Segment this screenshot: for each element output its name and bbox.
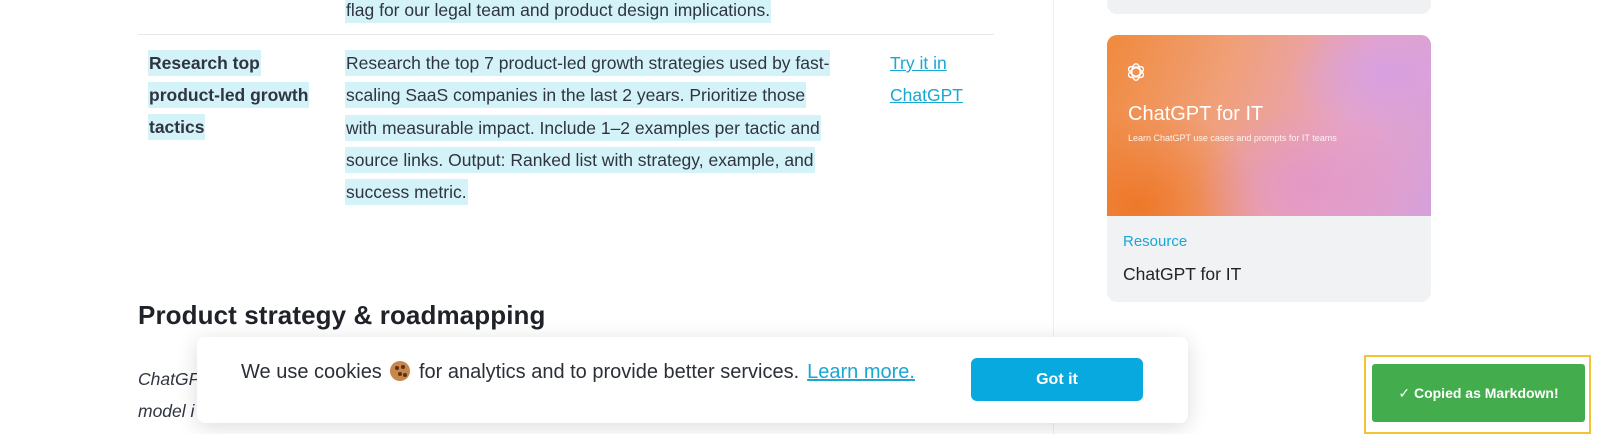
cookie-text-before: We use cookies (241, 361, 382, 383)
section-heading: Product strategy & roadmapping (138, 300, 546, 330)
openai-logo-icon (1127, 63, 1145, 81)
title-line: Research top (148, 50, 261, 76)
cookie-message: We use cookies for analytics and to prov… (241, 361, 915, 384)
cookie-text-after: for analytics and to provide better serv… (418, 361, 800, 383)
link-line[interactable]: Try it in (890, 53, 947, 73)
table-row-title: Research top product-led growth tactics (148, 47, 318, 143)
resource-card[interactable]: ChatGPT for IT Learn ChatGPT use cases a… (1107, 35, 1431, 302)
card-tag: Resource (1123, 233, 1188, 250)
resource-card-image: ChatGPT for IT Learn ChatGPT use cases a… (1107, 35, 1431, 216)
cookie-banner: We use cookies for analytics and to prov… (197, 337, 1188, 423)
previous-row-prompt-tail: flag for our legal team and product desi… (345, 0, 772, 26)
got-it-button[interactable]: Got it (971, 358, 1143, 401)
title-line: tactics (148, 114, 206, 140)
title-line: product-led growth (148, 82, 310, 108)
learn-more-link[interactable]: Learn more. (807, 361, 915, 383)
table-row-divider (138, 34, 994, 35)
try-in-chatgpt-link[interactable]: Try it in ChatGPT (890, 47, 990, 111)
cookie-icon (390, 361, 411, 381)
intro-line: ChatGP (138, 369, 201, 389)
card-image-title: ChatGPT for IT (1128, 103, 1264, 125)
prompt-line: with measurable impact. Include 1–2 exam… (345, 114, 821, 141)
card-title[interactable]: ChatGPT for IT (1123, 264, 1241, 285)
intro-line: model i (138, 401, 195, 421)
previous-resource-card[interactable] (1107, 0, 1431, 14)
prompt-line: scaling SaaS companies in the last 2 yea… (345, 82, 807, 109)
copied-toast: ✓ Copied as Markdown! (1372, 364, 1585, 422)
prompt-line: source links. Output: Ranked list with s… (345, 146, 815, 173)
link-line[interactable]: ChatGPT (890, 85, 963, 105)
prompt-line: Research the top 7 product-led growth st… (345, 50, 831, 76)
prompt-line: success metric. (345, 179, 468, 206)
table-row-prompt: Research the top 7 product-led growth st… (345, 47, 875, 208)
card-image-subtitle: Learn ChatGPT use cases and prompts for … (1128, 133, 1337, 143)
